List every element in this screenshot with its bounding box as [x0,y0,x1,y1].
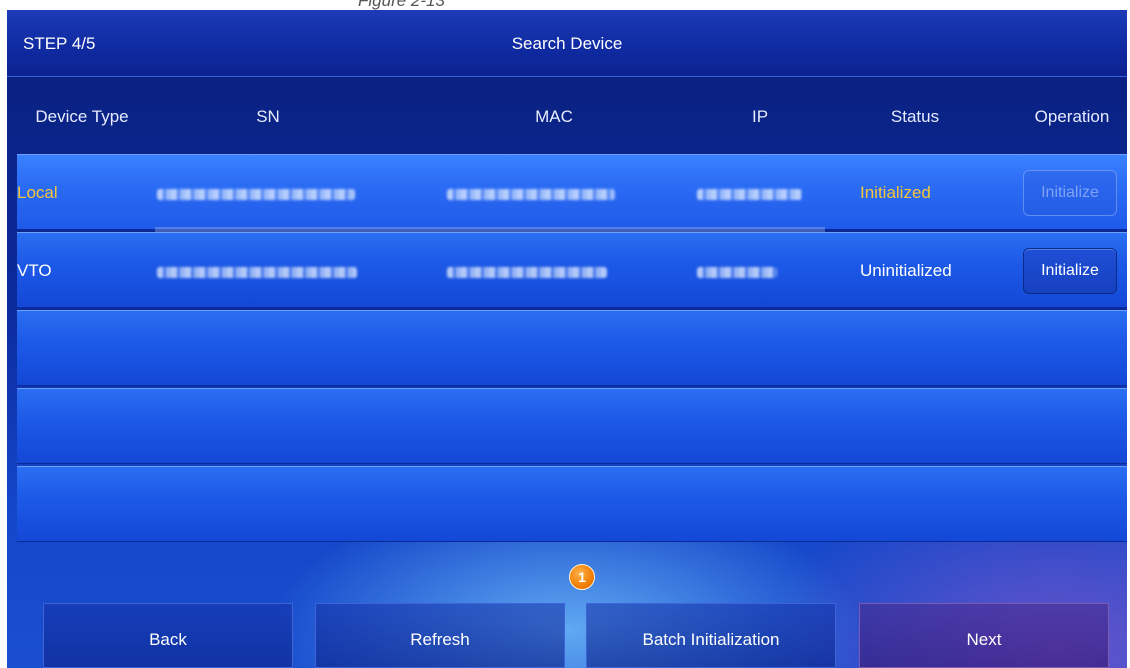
page-number-badge: 1 [569,564,595,590]
mac-redacted [447,267,607,278]
sn-redacted [157,189,355,200]
next-button[interactable]: Next [859,603,1109,668]
mac-redacted [447,189,615,200]
figure-caption-text: Figure 2-13 [358,0,445,10]
device-type-cell: Local [17,183,58,202]
device-type-cell: VTO [17,261,52,280]
sn-redacted [157,267,357,278]
column-header-device-type: Device Type [35,107,129,126]
device-table: Local Initialized Initialize VTO Uniniti… [17,154,1127,542]
device-screen: STEP 4/5 Search Device Device Type SN MA… [7,10,1127,668]
table-row-empty [17,310,1127,386]
ip-redacted [697,189,802,200]
table-row-empty [17,388,1127,464]
column-header-status: Status [890,107,940,126]
refresh-button[interactable]: Refresh [315,603,565,668]
table-row-empty [17,466,1127,542]
status-cell: Uninitialized [860,261,952,280]
column-header-sn: SN [256,107,280,126]
column-header-operation: Operation [1034,107,1110,126]
status-cell: Initialized [860,183,931,202]
initialize-button-vto[interactable]: Initialize [1023,248,1117,294]
ip-redacted [697,267,777,278]
page-title: Search Device [511,34,623,53]
figure-caption: Figure 2-13 [0,0,1130,10]
column-header-ip: IP [751,107,769,126]
back-button[interactable]: Back [43,603,293,668]
table-row-vto[interactable]: VTO Uninitialized Initialize [17,232,1127,308]
table-row-local[interactable]: Local Initialized Initialize [17,154,1127,233]
batch-initialization-button[interactable]: Batch Initialization [586,603,836,668]
table-header: Device Type SN MAC IP Status Operation [7,76,1127,152]
column-header-mac: MAC [535,107,573,126]
title-bar: STEP 4/5 Search Device [7,10,1127,77]
initialize-button-local[interactable]: Initialize [1023,170,1117,216]
